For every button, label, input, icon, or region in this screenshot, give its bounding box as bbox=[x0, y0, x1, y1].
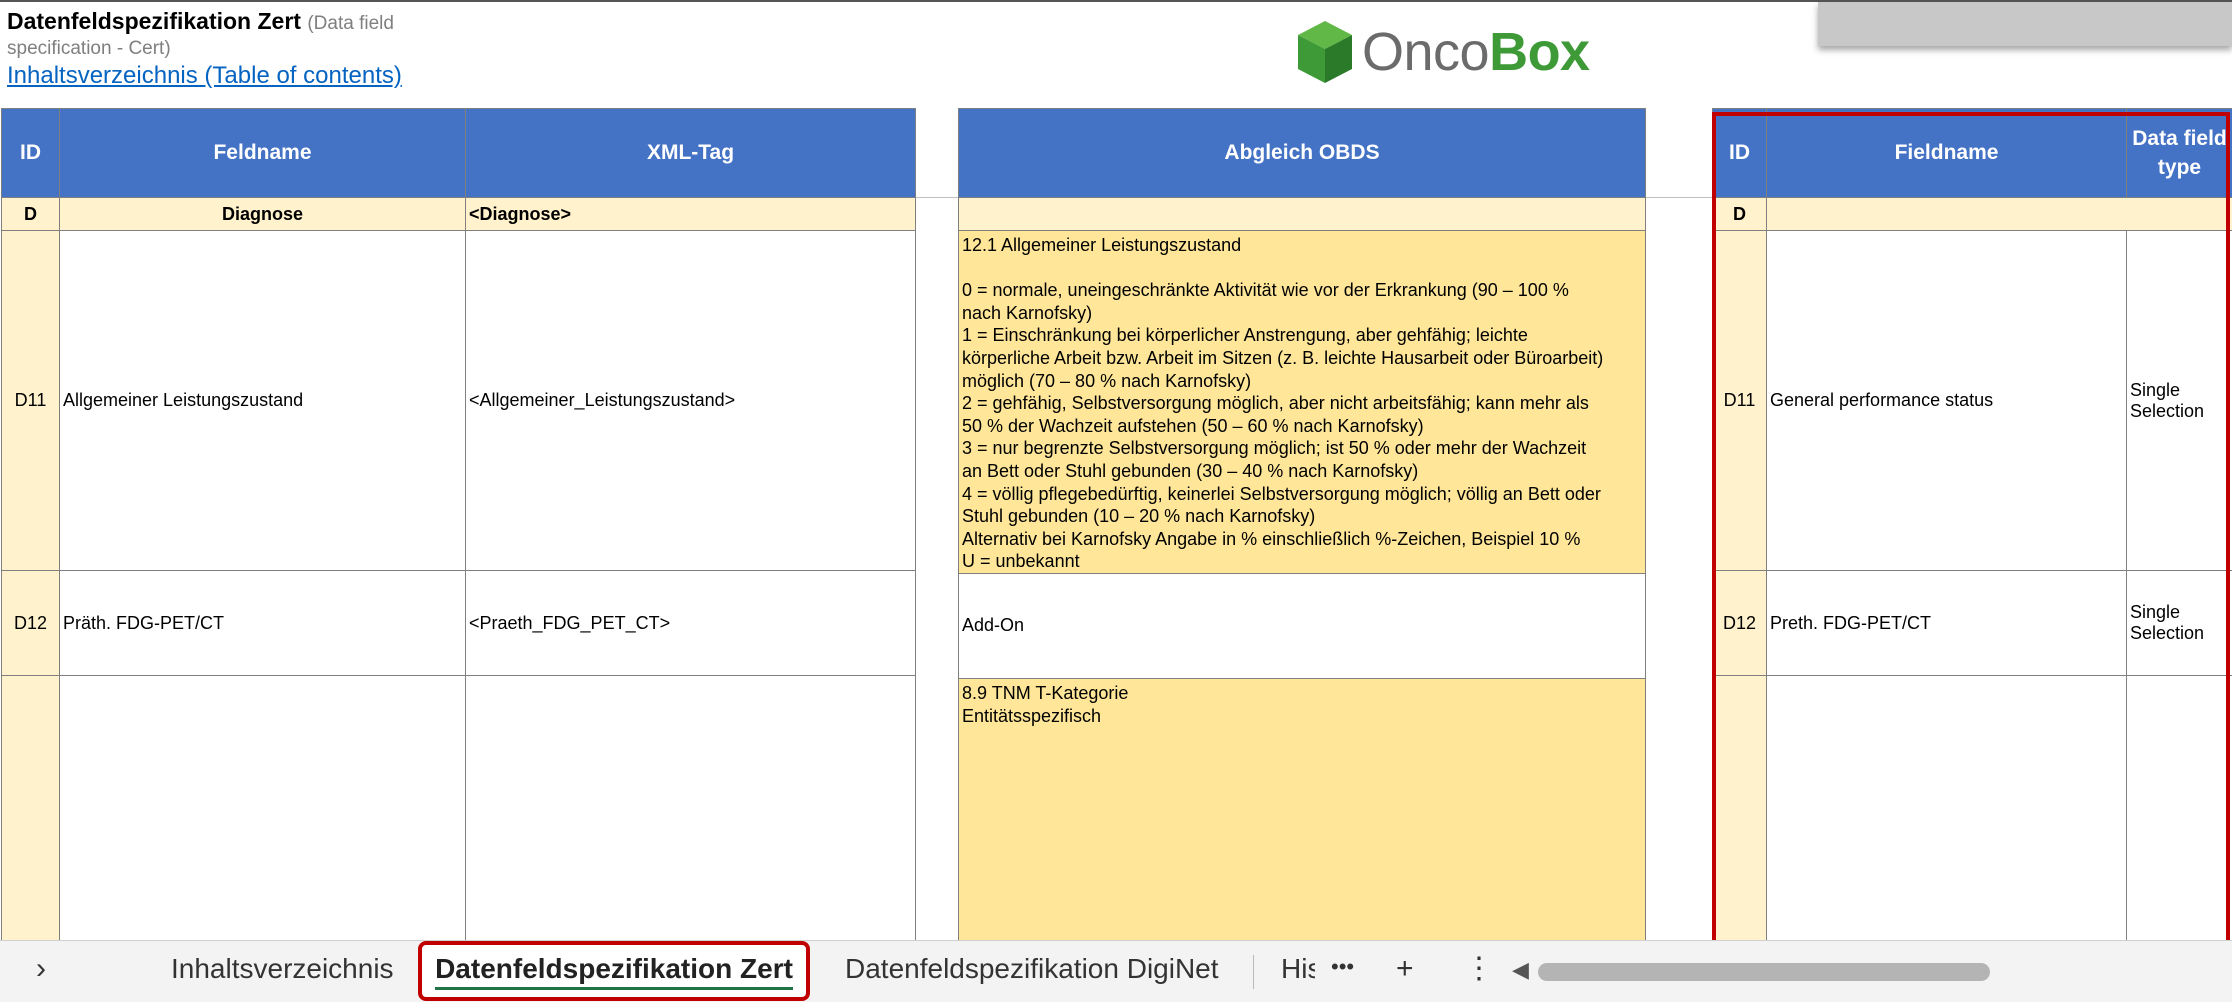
cube-logo-icon bbox=[1296, 19, 1354, 85]
sheet-title: Datenfeldspezifikation Zert (Data field bbox=[7, 8, 394, 35]
xml-cell[interactable]: <Allgemeiner_Leistungszustand> bbox=[466, 231, 916, 571]
tab-separator bbox=[1253, 955, 1254, 989]
feldname-cell[interactable]: Präth. FDG-PET/CT bbox=[60, 571, 466, 676]
id-cell-en[interactable] bbox=[1713, 676, 1767, 976]
header-data-field-type[interactable]: Data field type bbox=[2127, 109, 2232, 198]
type-cell[interactable]: Single Selection bbox=[2127, 571, 2232, 676]
obds-text: 8.9 TNM T-Kategorie Entitätsspezifisch bbox=[959, 679, 1645, 727]
group-xml-cell[interactable]: <Diagnose> bbox=[466, 198, 916, 231]
group-id-cell[interactable]: D bbox=[2, 198, 60, 231]
header-feldname[interactable]: Feldname bbox=[60, 109, 466, 198]
chevron-right-icon[interactable]: › bbox=[36, 949, 46, 989]
title-text: Datenfeldspezifikation Zert bbox=[7, 8, 301, 34]
add-sheet-icon[interactable]: + bbox=[1396, 949, 1414, 989]
table-obds: Abgleich OBDS 12.1 Allgemeiner Leistungs… bbox=[958, 108, 1646, 979]
gridline bbox=[915, 197, 958, 198]
floating-panel bbox=[1818, 2, 2232, 46]
group-empty-cell-en[interactable] bbox=[1767, 198, 2232, 231]
fieldname-cell[interactable]: General performance status bbox=[1767, 231, 2127, 571]
type-cell[interactable]: Single Selection bbox=[2127, 231, 2232, 571]
id-cell[interactable]: D11 bbox=[2, 231, 60, 571]
logo-wordmark: OncoBox bbox=[1362, 25, 1590, 79]
obds-group-cell[interactable] bbox=[959, 198, 1646, 231]
obds-text: 12.1 Allgemeiner Leistungszustand 0 = no… bbox=[959, 231, 1645, 573]
group-name-cell[interactable]: Diagnose bbox=[60, 198, 466, 231]
obds-cell[interactable]: 12.1 Allgemeiner Leistungszustand 0 = no… bbox=[959, 231, 1646, 574]
gridline bbox=[1645, 197, 1712, 198]
sheet-options-icon[interactable]: ⋮ bbox=[1464, 949, 1494, 989]
table-english: ID Fieldname Data field type D D11 Gener… bbox=[1712, 108, 2232, 976]
id-cell-en[interactable]: D11 bbox=[1713, 231, 1767, 571]
header-id[interactable]: ID bbox=[2, 109, 60, 198]
horizontal-scrollbar-thumb[interactable] bbox=[1538, 963, 1990, 981]
oncobox-logo: OncoBox bbox=[1296, 18, 1590, 86]
obds-cell[interactable]: Add-On bbox=[959, 573, 1646, 678]
feldname-cell[interactable] bbox=[60, 676, 466, 976]
xml-cell[interactable]: <Praeth_FDG_PET_CT> bbox=[466, 571, 916, 676]
type-cell[interactable] bbox=[2127, 676, 2232, 976]
title-subtitle-part2: specification - Cert) bbox=[7, 38, 171, 60]
fieldname-cell[interactable] bbox=[1767, 676, 2127, 976]
logo-onco: Onco bbox=[1362, 22, 1489, 82]
more-tabs-icon[interactable]: ••• bbox=[1331, 947, 1354, 987]
tab-his[interactable]: His bbox=[1281, 953, 1315, 985]
id-cell-en[interactable]: D12 bbox=[1713, 571, 1767, 676]
tab-datenfeldspezifikation-zert[interactable]: Datenfeldspezifikation Zert bbox=[418, 941, 810, 1001]
tab-datenfeldspezifikation-diginet[interactable]: Datenfeldspezifikation DigiNet bbox=[845, 953, 1219, 985]
scroll-left-arrow-icon[interactable]: ◀ bbox=[1512, 957, 1529, 983]
header-id-en[interactable]: ID bbox=[1713, 109, 1767, 198]
table-german: ID Feldname XML-Tag D Diagnose <Diagnose… bbox=[1, 108, 916, 976]
id-cell[interactable] bbox=[2, 676, 60, 976]
header-abgleich-obds[interactable]: Abgleich OBDS bbox=[959, 109, 1646, 198]
obds-cell[interactable]: 8.9 TNM T-Kategorie Entitätsspezifisch bbox=[959, 678, 1646, 978]
fieldname-cell[interactable]: Preth. FDG-PET/CT bbox=[1767, 571, 2127, 676]
logo-box: Box bbox=[1489, 22, 1590, 82]
header-fieldname[interactable]: Fieldname bbox=[1767, 109, 2127, 198]
group-id-cell-en[interactable]: D bbox=[1713, 198, 1767, 231]
header-xml-tag[interactable]: XML-Tag bbox=[466, 109, 916, 198]
sheet-tab-bar: › Inhaltsverzeichnis Datenfeldspezifikat… bbox=[0, 940, 2232, 1002]
id-cell[interactable]: D12 bbox=[2, 571, 60, 676]
active-tab-label: Datenfeldspezifikation Zert bbox=[435, 953, 793, 990]
toc-link[interactable]: Inhaltsverzeichnis (Table of contents) bbox=[7, 62, 402, 90]
tab-inhaltsverzeichnis[interactable]: Inhaltsverzeichnis bbox=[171, 953, 394, 985]
xml-cell[interactable] bbox=[466, 676, 916, 976]
title-subtitle-part1: (Data field bbox=[307, 13, 394, 34]
feldname-cell[interactable]: Allgemeiner Leistungszustand bbox=[60, 231, 466, 571]
